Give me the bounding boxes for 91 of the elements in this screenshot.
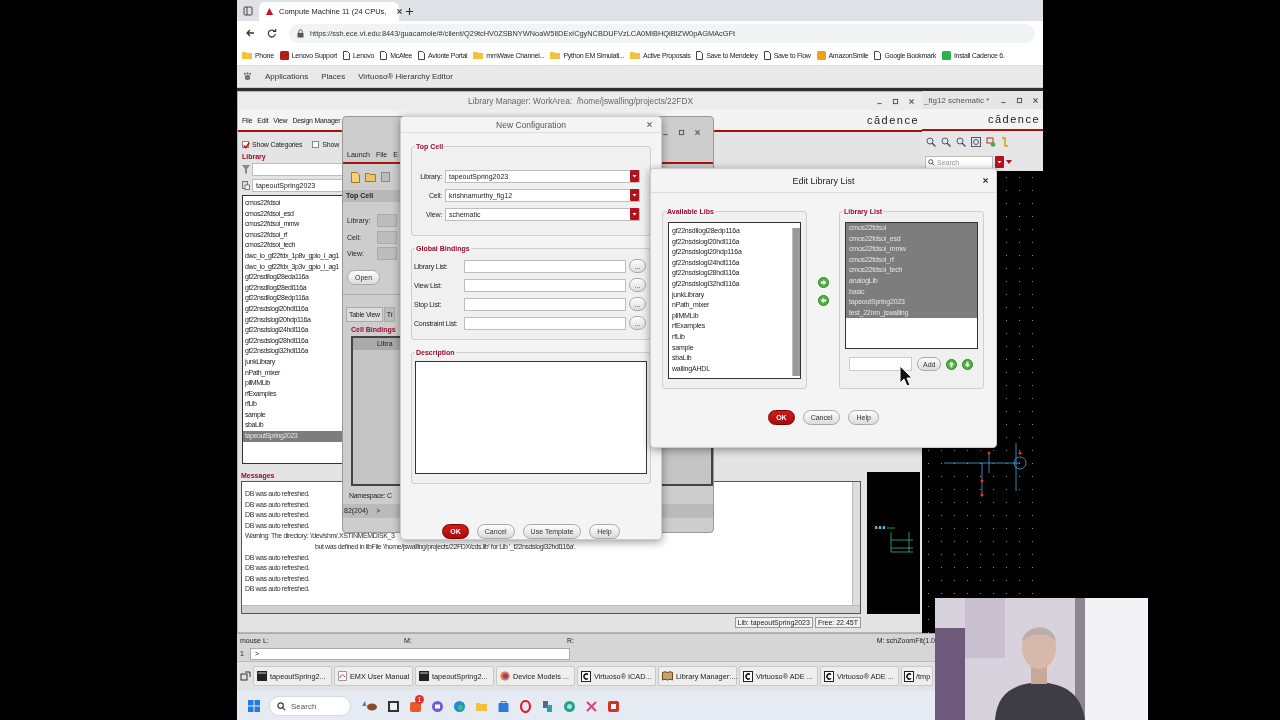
lock-icon <box>297 28 304 38</box>
input-field[interactable] <box>377 214 397 228</box>
app-icon[interactable] <box>607 699 620 713</box>
filter-icon <box>242 165 250 174</box>
folder-icon <box>242 51 252 59</box>
caret-icon <box>1006 159 1012 165</box>
page-icon <box>696 50 704 60</box>
zoom-icon[interactable] <box>941 137 951 147</box>
close-icon[interactable] <box>396 8 404 15</box>
favicon-icon <box>265 7 274 16</box>
start-icon[interactable] <box>248 700 260 712</box>
zoom-fit-icon[interactable] <box>971 137 981 147</box>
dialog-title: Edit Library List <box>792 175 855 186</box>
page-icon <box>343 50 350 60</box>
desktop-menu[interactable]: Applications <box>265 72 309 81</box>
terminal-icon <box>257 671 267 681</box>
search-field[interactable]: Search <box>269 696 351 716</box>
input-field[interactable] <box>464 278 626 292</box>
page-icon <box>763 50 771 60</box>
chat-icon[interactable] <box>431 699 444 713</box>
add-instance-icon[interactable] <box>986 137 996 147</box>
input-field[interactable] <box>464 259 626 273</box>
dropdown-icon[interactable] <box>630 208 639 220</box>
zoom-icon[interactable] <box>956 137 966 147</box>
terminal-icon <box>419 671 429 681</box>
app-icon[interactable] <box>387 699 400 713</box>
book-icon <box>662 671 673 681</box>
folder-icon[interactable] <box>365 172 376 182</box>
up-arrow-icon[interactable] <box>946 358 958 370</box>
dropdown-icon[interactable] <box>995 156 1004 168</box>
close-icon[interactable] <box>1032 96 1039 104</box>
close-icon[interactable] <box>908 97 915 105</box>
reload-icon[interactable] <box>267 28 277 38</box>
input-field[interactable] <box>464 316 626 330</box>
back-icon[interactable] <box>245 28 255 38</box>
new-tab-icon[interactable] <box>405 7 414 16</box>
window-title: _fig12 schematic * <box>924 95 990 105</box>
right-arrow-icon[interactable] <box>817 277 829 288</box>
logo: cādence <box>866 114 919 126</box>
search-highlight-icon[interactable] <box>360 699 378 713</box>
maximize-icon[interactable] <box>1016 96 1023 104</box>
show-desktop-icon[interactable] <box>240 670 251 682</box>
input-field[interactable] <box>377 247 397 261</box>
checkbox[interactable] <box>242 140 249 148</box>
page-icon <box>380 50 388 60</box>
desktop-menu[interactable]: Places <box>321 72 346 81</box>
maximize-icon[interactable] <box>678 128 685 136</box>
browser-icon[interactable] <box>519 699 532 713</box>
folder-icon <box>550 51 561 59</box>
app-menu-icon <box>243 72 252 81</box>
network-icon[interactable] <box>541 699 554 713</box>
library-icon <box>242 181 250 190</box>
search-icon <box>928 158 935 166</box>
input-field[interactable] <box>464 297 626 311</box>
dropdown-icon[interactable] <box>630 170 639 182</box>
snip-icon[interactable] <box>585 699 598 713</box>
browser-icon[interactable] <box>563 699 576 713</box>
browser-icon <box>500 671 510 681</box>
browser-icon[interactable] <box>453 699 466 713</box>
logo: cādence <box>987 113 1040 125</box>
zoom-icon[interactable] <box>926 137 936 147</box>
input-field[interactable] <box>377 230 397 244</box>
app-icon <box>581 670 591 682</box>
scrollbar[interactable] <box>792 228 800 376</box>
window-title: Library Manager: WorkArea: /home/jswalling/projects/22FDX <box>468 96 693 106</box>
page-icon <box>418 50 426 60</box>
scrollbar[interactable] <box>852 482 860 605</box>
folder-icon <box>630 51 641 59</box>
sidebar-icon[interactable] <box>243 6 253 16</box>
filter-field[interactable] <box>252 163 343 176</box>
app-icon <box>904 670 914 682</box>
left-arrow-icon[interactable] <box>817 295 829 306</box>
dropdown-icon[interactable] <box>630 189 639 201</box>
close-icon[interactable] <box>982 177 989 184</box>
new-file-icon[interactable] <box>351 171 360 183</box>
mouse-cursor-icon <box>899 365 913 387</box>
description-field[interactable] <box>415 361 647 474</box>
document-icon <box>338 671 347 681</box>
maximize-icon[interactable] <box>892 97 899 105</box>
store-icon[interactable] <box>497 699 510 713</box>
app-icon <box>743 670 753 682</box>
folder-icon <box>473 51 484 59</box>
scrollbar[interactable] <box>242 605 860 613</box>
input-field[interactable] <box>849 357 912 371</box>
app-icon <box>824 670 834 682</box>
dialog-title: New Configuration <box>496 119 566 130</box>
checkbox[interactable] <box>312 140 320 148</box>
down-arrow-icon[interactable] <box>962 358 974 370</box>
page-icon <box>874 50 882 60</box>
search-icon <box>277 701 286 711</box>
desktop-menu[interactable]: Virtuoso® Hierarchy Editor <box>358 72 453 81</box>
